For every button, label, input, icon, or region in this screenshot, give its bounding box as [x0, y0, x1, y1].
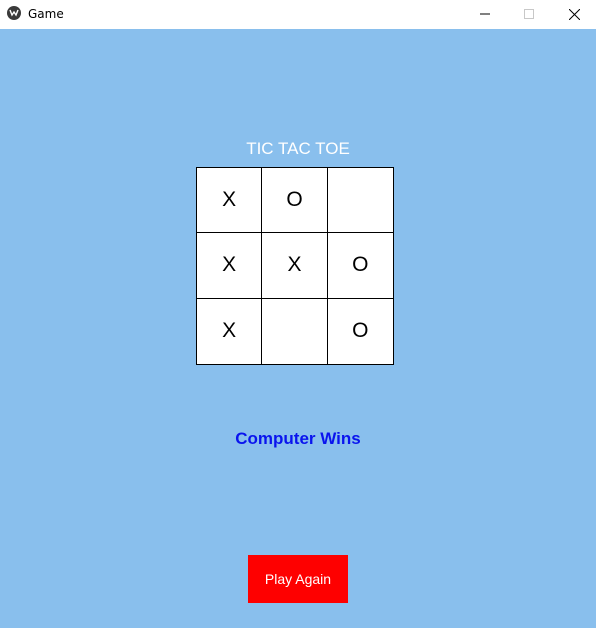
board-cell-r3-c1[interactable]: X [197, 298, 263, 364]
board-cell-r3-c3[interactable]: O [327, 298, 393, 364]
maximize-icon [524, 9, 534, 19]
maximize-button[interactable] [506, 0, 552, 28]
play-again-button[interactable]: Play Again [248, 555, 348, 603]
game-board: X O X X O X O [196, 167, 394, 365]
game-area: TIC TAC TOE X O X X O X O Computer Wins … [0, 29, 596, 628]
board-cell-r3-c2[interactable] [262, 298, 328, 364]
minimize-icon [480, 13, 490, 15]
title-bar[interactable]: Game [0, 0, 596, 28]
board-cell-r2-c3[interactable]: O [327, 233, 393, 299]
app-icon [7, 6, 21, 20]
board-cell-r1-c1[interactable]: X [197, 168, 263, 234]
game-status: Computer Wins [235, 429, 361, 448]
game-window: Game TIC TAC TOE X O X X O X O Computer … [0, 0, 596, 628]
window-title: Game [28, 7, 64, 21]
game-title: TIC TAC TOE [246, 139, 350, 158]
board-cell-r2-c2[interactable]: X [262, 233, 328, 299]
minimize-button[interactable] [462, 0, 508, 28]
board-cell-r2-c1[interactable]: X [197, 233, 263, 299]
close-icon [568, 8, 580, 20]
close-button[interactable] [551, 0, 596, 28]
board-cell-r1-c2[interactable]: O [262, 168, 328, 234]
board-cell-r1-c3[interactable] [327, 168, 393, 234]
